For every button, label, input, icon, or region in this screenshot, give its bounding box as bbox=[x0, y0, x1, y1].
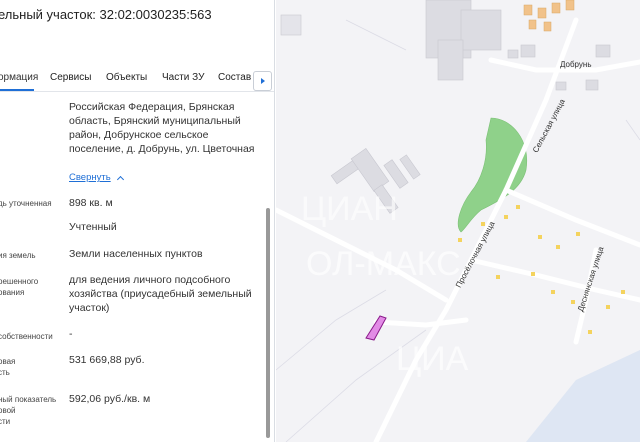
field-value-ownership: - bbox=[69, 328, 73, 340]
houses-orange bbox=[523, 0, 575, 32]
watermark-top: ЦИАН bbox=[301, 190, 398, 228]
tabs-scroll-right-button[interactable] bbox=[253, 71, 272, 91]
buildings-top bbox=[280, 0, 611, 91]
field-label-permitted-use: решенного ования bbox=[0, 277, 39, 297]
field-value-cadastral-value: 531 669,88 руб. bbox=[69, 354, 145, 366]
field-label-specific-value: ный показатель овой сти bbox=[0, 395, 57, 426]
watermark-bottom: ЦИА bbox=[396, 340, 469, 378]
tab-bar: ормация Сервисы Объекты Части ЗУ Состав bbox=[0, 66, 274, 92]
panel-title: ельный участок: 32:02:0030235:563 bbox=[0, 7, 212, 22]
map-label-village: Добрунь bbox=[560, 60, 592, 69]
field-value-land-category: Земли населенных пунктов bbox=[69, 248, 203, 260]
field-label-land-category: ия земель bbox=[0, 251, 36, 260]
field-label-area: дь уточненная bbox=[0, 199, 52, 208]
field-label-cadastral-value: овая сть bbox=[0, 357, 16, 377]
chevron-right-icon bbox=[260, 78, 265, 84]
collapse-label: Свернуть bbox=[69, 172, 111, 183]
map-view[interactable]: ЦИАН ОЛ-МАКС ЦИА Добрунь Сельская улица … bbox=[276, 0, 640, 442]
collapse-button[interactable]: Свернуть bbox=[69, 172, 124, 183]
chevron-up-icon bbox=[116, 175, 124, 183]
cadastral-info-panel: ельный участок: 32:02:0030235:563 ормаци… bbox=[0, 0, 275, 442]
field-label-ownership: собственности bbox=[0, 332, 53, 341]
field-value-status: Учтенный bbox=[69, 221, 117, 233]
tab-parts[interactable]: Части ЗУ bbox=[162, 72, 204, 83]
active-tab-indicator bbox=[0, 89, 34, 91]
watermark-mid: ОЛ-МАКС bbox=[306, 245, 461, 283]
field-value-permitted-use: для ведения личного подсобного хозяйства… bbox=[69, 274, 252, 314]
water-area bbox=[526, 350, 640, 442]
field-value-specific-value: 592,06 руб./кв. м bbox=[69, 393, 151, 405]
field-value-area: 898 кв. м bbox=[69, 197, 113, 209]
panel-scrollbar[interactable] bbox=[266, 208, 270, 438]
tab-services[interactable]: Сервисы bbox=[50, 72, 91, 83]
small-houses bbox=[458, 205, 625, 334]
tab-composition[interactable]: Состав bbox=[218, 72, 251, 83]
address-value: Российская Федерация, Брянская область, … bbox=[69, 101, 255, 155]
tab-information[interactable]: ормация bbox=[0, 72, 38, 83]
tab-objects[interactable]: Объекты bbox=[106, 72, 147, 83]
